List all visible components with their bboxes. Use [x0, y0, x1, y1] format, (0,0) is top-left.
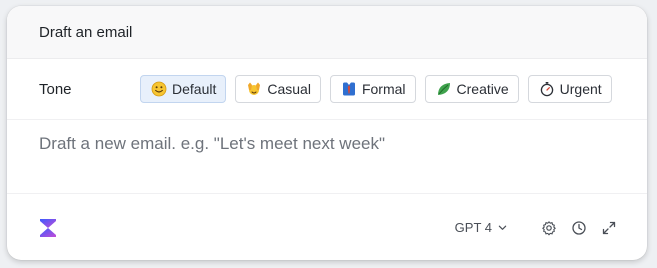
tone-chip-label: Default	[172, 81, 217, 97]
history-icon[interactable]	[571, 220, 587, 236]
tone-chip-urgent[interactable]: Urgent	[527, 75, 612, 103]
tone-chip-formal[interactable]: Formal	[329, 75, 416, 103]
email-draft-panel: Draft an email Tone Default Casual Forma…	[7, 6, 647, 260]
leaf-icon	[436, 81, 452, 97]
tone-chip-label: Creative	[456, 81, 509, 97]
tone-chip-label: Casual	[267, 81, 311, 97]
tone-options: Default Casual Formal Creative Urgent	[140, 75, 612, 103]
tone-row: Tone Default Casual Formal Creative Urge…	[7, 59, 647, 120]
app-logo-icon	[38, 218, 58, 238]
panel-footer: GPT 4	[7, 194, 647, 260]
tone-chip-label: Formal	[361, 81, 406, 97]
suit-tie-icon	[341, 81, 357, 97]
email-prompt-placeholder: Draft a new email. e.g. "Let's meet next…	[39, 134, 386, 153]
panel-title: Draft an email	[39, 23, 133, 41]
tone-label: Tone	[39, 80, 72, 98]
tone-chip-default[interactable]: Default	[140, 75, 227, 103]
model-selector[interactable]: GPT 4	[455, 220, 507, 235]
tone-chip-label: Urgent	[559, 81, 602, 97]
email-prompt-input[interactable]: Draft a new email. e.g. "Let's meet next…	[7, 120, 647, 194]
model-label: GPT 4	[454, 220, 492, 235]
panel-header: Draft an email	[7, 6, 647, 59]
tone-chip-creative[interactable]: Creative	[424, 75, 519, 103]
tone-chip-casual[interactable]: Casual	[235, 75, 321, 103]
chevron-down-icon	[498, 225, 507, 230]
stopwatch-icon	[539, 81, 555, 97]
raised-hands-icon	[246, 81, 262, 97]
smiley-face-icon	[151, 81, 167, 97]
settings-icon[interactable]	[541, 220, 557, 236]
expand-icon[interactable]	[601, 220, 617, 236]
